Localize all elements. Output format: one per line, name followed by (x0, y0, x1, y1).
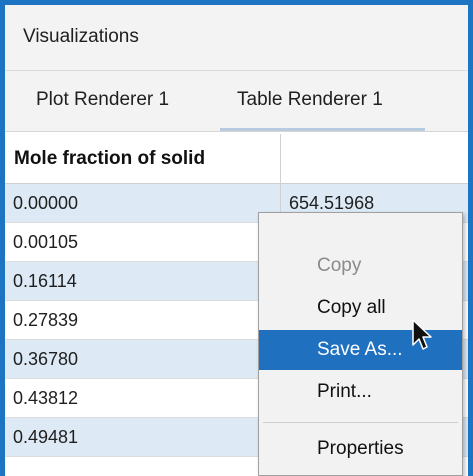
table-cell[interactable]: 0.27839 (5, 301, 281, 339)
mouse-pointer-icon (412, 319, 432, 350)
table-cell[interactable]: 0.00000 (5, 184, 281, 222)
menu-item-print[interactable]: Print... (259, 372, 462, 412)
table-cell[interactable]: 0.00105 (5, 223, 281, 261)
menu-separator (263, 422, 458, 423)
table-cell[interactable]: 0.16114 (5, 262, 281, 300)
panel-title: Visualizations (23, 26, 139, 47)
panel-title-bar: Visualizations (5, 5, 468, 71)
tab-plot-renderer-1[interactable]: Plot Renderer 1 (36, 89, 169, 111)
menu-item-copy[interactable]: Copy (259, 246, 462, 286)
column-header-2[interactable] (281, 134, 468, 184)
column-header-mole-fraction[interactable]: Mole fraction of solid (5, 134, 281, 184)
active-tab-indicator (220, 128, 425, 131)
table-cell[interactable]: 0.36780 (5, 340, 281, 378)
tab-strip: Plot Renderer 1 Table Renderer 1 (5, 71, 468, 132)
tab-table-renderer-1[interactable]: Table Renderer 1 (237, 89, 383, 111)
menu-item-properties[interactable]: Properties (259, 429, 462, 469)
table-cell[interactable]: 0.49481 (5, 418, 281, 456)
table-cell[interactable]: 0.43812 (5, 379, 281, 417)
